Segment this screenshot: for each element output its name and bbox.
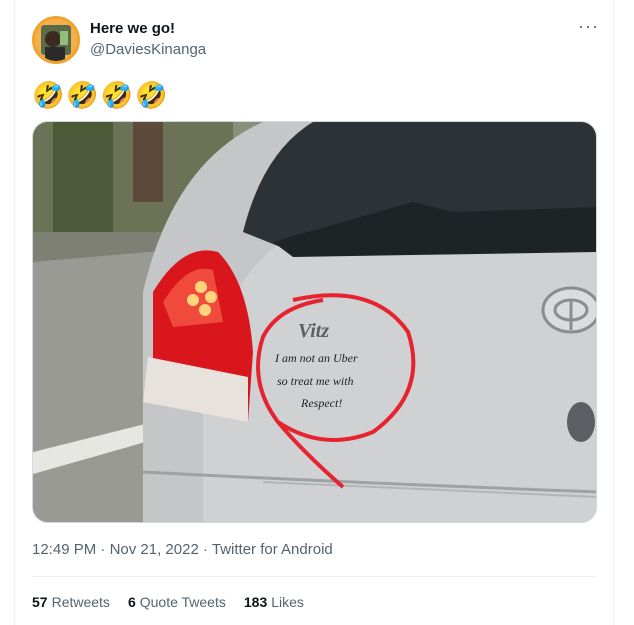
quote-tweets-count: 6	[127, 594, 136, 610]
vitz-badge: Vitz	[298, 320, 329, 342]
quote-tweets-label: Quote Tweets	[139, 594, 226, 610]
avatar[interactable]	[32, 16, 80, 64]
tweet-time[interactable]: 12:49 PM	[32, 541, 96, 558]
sticker-line-3: Respect!	[300, 396, 342, 410]
car-photo: Vitz I am not an Uber so treat me with R…	[33, 122, 596, 522]
engagement-stats: 57 Retweets 6 Quote Tweets 183 Likes	[32, 594, 304, 610]
avatar-image	[35, 19, 77, 61]
sticker-line-1: I am not an Uber	[274, 351, 358, 365]
likes-label: Likes	[271, 594, 304, 610]
meta-separator: ·	[96, 541, 110, 558]
quote-tweets-stat[interactable]: 6 Quote Tweets	[128, 594, 226, 610]
likes-count: 183	[243, 594, 268, 610]
retweets-label: Retweets	[51, 594, 110, 610]
tweet-text: 🤣🤣🤣🤣	[32, 80, 170, 110]
tweet-date[interactable]: Nov 21, 2022	[110, 541, 199, 558]
more-options-icon[interactable]: ···	[578, 16, 599, 37]
tweet-photo[interactable]: Vitz I am not an Uber so treat me with R…	[32, 121, 597, 523]
tweet-card: Here we go! @DaviesKinanga ··· 🤣🤣🤣🤣 Vitz…	[14, 0, 614, 625]
tweet-metadata: 12:49 PM · Nov 21, 2022 · Twitter for An…	[32, 541, 333, 558]
retweets-count: 57	[32, 594, 48, 610]
tweet-source[interactable]: Twitter for Android	[212, 541, 333, 558]
display-name[interactable]: Here we go!	[90, 20, 175, 37]
divider	[32, 576, 596, 577]
sticker-line-2: so treat me with	[277, 374, 354, 388]
retweets-stat[interactable]: 57 Retweets	[32, 594, 110, 610]
likes-stat[interactable]: 183 Likes	[244, 594, 304, 610]
meta-separator: ·	[198, 541, 212, 558]
user-handle[interactable]: @DaviesKinanga	[90, 41, 206, 58]
